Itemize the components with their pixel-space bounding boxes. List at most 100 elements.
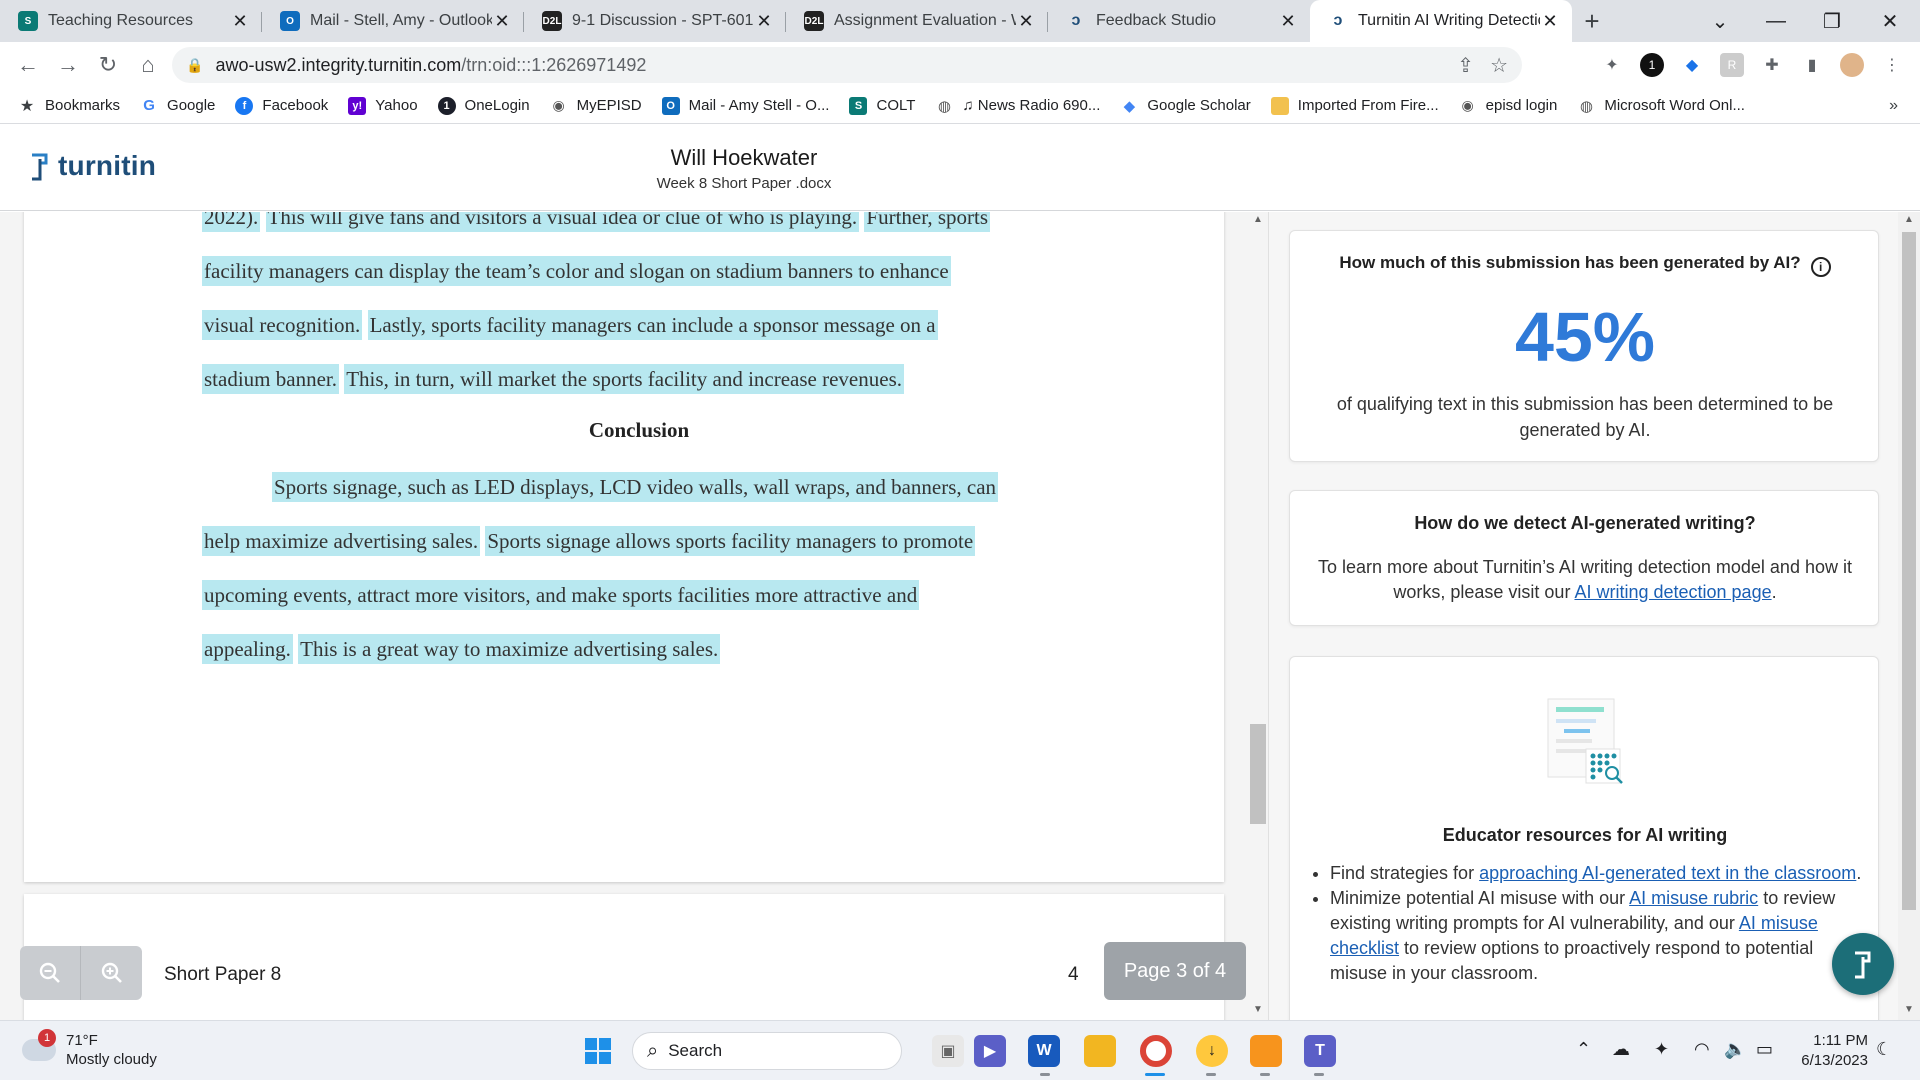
zoom-out-button[interactable] xyxy=(20,946,81,1000)
bookmarks-bar: ★ Bookmarks G Google f Facebook y! Yahoo 1 On… xyxy=(0,88,1920,124)
bookmark-colt[interactable]: S COLT xyxy=(849,96,915,115)
info-icon[interactable]: i xyxy=(1810,257,1831,277)
highlighted-sentence[interactable]: Lastly, sports facility managers can inc… xyxy=(367,310,938,340)
highlighted-sentence[interactable]: appealing. xyxy=(202,634,293,664)
menu-icon[interactable]: ⋮ xyxy=(1880,53,1904,77)
close-icon[interactable]: ✕ xyxy=(754,11,774,32)
highlighted-sentence[interactable]: This is a great way to maximize advertis… xyxy=(298,634,721,664)
app-icon[interactable] xyxy=(1250,1035,1282,1067)
bookmark-google[interactable]: G Google xyxy=(140,97,215,115)
highlighted-sentence[interactable]: upcoming events, attract more visitors, … xyxy=(202,580,920,610)
close-icon[interactable]: ✕ xyxy=(492,11,512,32)
bookmark-imported[interactable]: Imported From Fire... xyxy=(1270,96,1439,115)
bookmark-yahoo[interactable]: y! Yahoo xyxy=(348,96,418,115)
volume-icon[interactable]: 🔈 xyxy=(1724,1039,1746,1060)
tab-turnitin-ai[interactable]: ↄ Turnitin AI Writing Detectio ✕ xyxy=(1310,0,1572,42)
highlighted-sentence[interactable]: 2022). xyxy=(202,212,261,232)
download-icon[interactable]: ↓ xyxy=(1196,1035,1228,1067)
back-icon[interactable]: ← xyxy=(8,45,48,85)
highlighted-sentence[interactable]: visual recognition. xyxy=(202,310,363,340)
highlighted-sentence[interactable]: help maximize advertising sales. xyxy=(202,526,481,556)
turnitin-help-button[interactable] xyxy=(1832,933,1894,995)
bookmark-myepisd[interactable]: ◉ MyEPISD xyxy=(550,97,642,115)
bookmark-news-radio[interactable]: ◍ ♫ News Radio 690... xyxy=(935,97,1101,115)
tab-outlook[interactable]: O Mail - Stell, Amy - Outlook ✕ xyxy=(262,0,524,42)
bookmark-mail[interactable]: O Mail - Amy Stell - O... xyxy=(661,96,829,115)
new-tab-button[interactable]: + xyxy=(1572,0,1612,42)
weather-widget[interactable]: 1 71°F Mostly cloudy xyxy=(22,1029,157,1069)
page-indicator[interactable]: Page 3 of 4 xyxy=(1104,942,1246,1000)
scroll-down-icon[interactable]: ▼ xyxy=(1898,1004,1920,1015)
extension-icon[interactable]: R xyxy=(1720,53,1744,77)
highlighted-sentence[interactable]: Further, sports xyxy=(864,212,991,232)
file-explorer-icon[interactable] xyxy=(1084,1035,1116,1067)
home-icon[interactable]: ⌂ xyxy=(128,45,168,85)
document-line: visual recognition. Lastly, sports facil… xyxy=(202,298,938,352)
bookmark-bookmarks[interactable]: ★ Bookmarks xyxy=(18,97,120,115)
battery-icon[interactable]: ▭ xyxy=(1756,1039,1773,1060)
tab-teaching-resources[interactable]: S Teaching Resources ✕ xyxy=(0,0,262,42)
word-icon[interactable]: W xyxy=(1028,1035,1060,1067)
minimize-icon[interactable]: — xyxy=(1748,0,1804,42)
task-view-icon[interactable]: ▣ xyxy=(932,1035,964,1067)
reload-icon[interactable]: ↻ xyxy=(88,45,128,85)
avatar[interactable] xyxy=(1840,53,1864,77)
highlighted-sentence[interactable]: This will give fans and visitors a visua… xyxy=(265,212,860,232)
teams-chat-icon[interactable]: ▶ xyxy=(974,1035,1006,1067)
close-icon[interactable]: ✕ xyxy=(1278,11,1298,32)
windows-start-icon[interactable] xyxy=(582,1035,614,1067)
more-bookmarks-icon[interactable]: » xyxy=(1889,97,1898,115)
highlighted-sentence[interactable]: This, in turn, will market the sports fa… xyxy=(344,364,904,394)
chrome-icon[interactable] xyxy=(1140,1035,1172,1067)
bookmark-word-online[interactable]: ◍ Microsoft Word Onl... xyxy=(1577,97,1745,115)
highlighted-sentence[interactable]: Sports signage allows sports facility ma… xyxy=(485,526,976,556)
scrollbar-thumb[interactable] xyxy=(1250,724,1266,824)
approaching-ai-text-link[interactable]: approaching AI-generated text in the cla… xyxy=(1479,863,1856,883)
scroll-up-icon[interactable]: ▲ xyxy=(1898,214,1920,225)
scroll-up-icon[interactable]: ▲ xyxy=(1248,214,1268,225)
notification-icon[interactable]: ☾ xyxy=(1876,1039,1892,1060)
forward-icon[interactable]: → xyxy=(48,45,88,85)
address-bar[interactable]: 🔒 awo-usw2.integrity.turnitin.com/trn:oi… xyxy=(172,47,1522,83)
zoom-in-button[interactable] xyxy=(81,946,142,1000)
bookmark-google-scholar[interactable]: ◆ Google Scholar xyxy=(1120,97,1251,115)
document-viewer[interactable]: 2022). This will give fans and visitors … xyxy=(0,212,1268,1020)
scroll-down-icon[interactable]: ▼ xyxy=(1248,1004,1268,1015)
highlighted-sentence[interactable]: stadium banner. xyxy=(202,364,339,394)
tab-search-icon[interactable]: ⌄ xyxy=(1692,0,1748,42)
panel-scrollbar[interactable]: ▲ ▼ xyxy=(1898,212,1920,1020)
tab-discussion[interactable]: D2L 9-1 Discussion - SPT-601-X ✕ xyxy=(524,0,786,42)
dropbox-extension-icon[interactable]: ✦ xyxy=(1600,53,1624,77)
puzzle-icon[interactable]: ✚ xyxy=(1760,53,1784,77)
bookmark-episd-login[interactable]: ◉ episd login xyxy=(1459,97,1558,115)
document-scrollbar[interactable]: ▲ ▼ xyxy=(1248,212,1268,1020)
close-icon[interactable]: ✕ xyxy=(1540,11,1560,32)
clock[interactable]: 1:11 PM 6/13/2023 xyxy=(1780,1031,1868,1071)
highlighted-sentence[interactable]: Sports signage, such as LED displays, LC… xyxy=(272,472,999,502)
taskbar-search[interactable]: ⌕ Search xyxy=(632,1032,902,1070)
tab-assignment-evaluation[interactable]: D2L Assignment Evaluation - W ✕ xyxy=(786,0,1048,42)
scrollbar-thumb[interactable] xyxy=(1902,232,1916,910)
time: 1:11 PM xyxy=(1813,1032,1868,1049)
bookmark-star-icon[interactable]: ☆ xyxy=(1490,53,1508,78)
restore-icon[interactable]: ❐ xyxy=(1804,0,1860,42)
onedrive-icon[interactable]: ☁ xyxy=(1612,1039,1630,1060)
detection-page-link[interactable]: AI writing detection page xyxy=(1574,582,1771,602)
tab-feedback-studio[interactable]: ↄ Feedback Studio ✕ xyxy=(1048,0,1310,42)
highlighted-sentence[interactable]: facility managers can display the team’s… xyxy=(202,256,951,286)
close-window-icon[interactable]: ✕ xyxy=(1862,0,1918,42)
bookmark-onelogin[interactable]: 1 OneLogin xyxy=(437,96,530,115)
share-icon[interactable]: ⇪ xyxy=(1457,53,1474,78)
ai-misuse-rubric-link[interactable]: AI misuse rubric xyxy=(1629,888,1758,908)
sidepanel-icon[interactable]: ▮ xyxy=(1800,53,1824,77)
extension-icon[interactable]: ◆ xyxy=(1680,53,1704,77)
close-icon[interactable]: ✕ xyxy=(1016,11,1036,32)
document-line: upcoming events, attract more visitors, … xyxy=(202,568,920,622)
wifi-icon[interactable]: ◠ xyxy=(1694,1039,1710,1060)
onelogin-extension-icon[interactable]: 1 xyxy=(1640,53,1664,77)
teams-icon[interactable]: T xyxy=(1304,1035,1336,1067)
close-icon[interactable]: ✕ xyxy=(230,11,250,32)
bookmark-facebook[interactable]: f Facebook xyxy=(235,96,328,115)
chevron-up-icon[interactable]: ⌃ xyxy=(1576,1039,1591,1060)
dropbox-icon[interactable]: ✦ xyxy=(1654,1039,1669,1060)
